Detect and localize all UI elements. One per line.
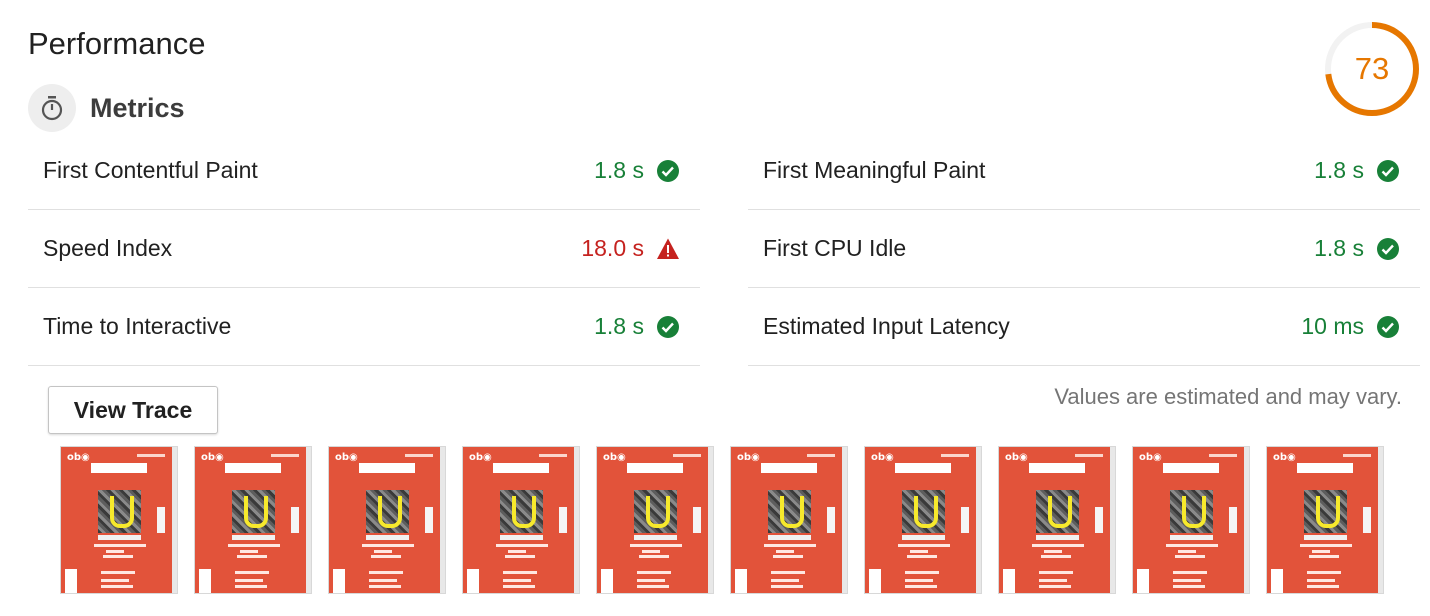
- site-logo-icon: ob◉: [737, 452, 760, 463]
- metric-label: First CPU Idle: [763, 235, 907, 261]
- site-logo-icon: ob◉: [603, 452, 626, 463]
- hero-image: [366, 490, 409, 533]
- filmstrip-frame: ob◉: [864, 446, 982, 594]
- check-circle-icon: [1377, 159, 1399, 182]
- metric-value: 1.8 s: [594, 157, 644, 183]
- metric-label: Time to Interactive: [43, 313, 232, 339]
- site-logo-icon: ob◉: [871, 452, 894, 463]
- hero-image: [500, 490, 543, 533]
- metric-value: 18.0 s: [581, 235, 644, 261]
- metric-value: 1.8 s: [594, 313, 644, 339]
- metrics-heading: Metrics: [90, 92, 185, 123]
- filmstrip-frame: ob◉: [730, 446, 848, 594]
- filmstrip: ob◉ ob◉ ob◉ ob◉ ob◉ ob◉ ob◉ ob◉ ob◉ ob◉: [60, 446, 1400, 594]
- check-circle-icon: [657, 315, 679, 338]
- site-logo-icon: ob◉: [67, 452, 90, 463]
- site-logo-icon: ob◉: [1273, 452, 1296, 463]
- hero-image: [98, 490, 141, 533]
- hero-image: [232, 490, 275, 533]
- metrics-column-right: First Meaningful Paint 1.8 s First CPU I…: [748, 132, 1420, 366]
- metric-value: 10 ms: [1301, 313, 1364, 339]
- check-circle-icon: [657, 159, 679, 182]
- hero-image: [1304, 490, 1347, 533]
- hero-image: [634, 490, 677, 533]
- metric-row-time-to-interactive: Time to Interactive 1.8 s: [28, 288, 700, 366]
- metrics-column-left: First Contentful Paint 1.8 s Speed Index…: [28, 132, 700, 366]
- hero-image: [902, 490, 945, 533]
- filmstrip-frame: ob◉: [596, 446, 714, 594]
- metric-label: Speed Index: [43, 235, 173, 261]
- score-gauge: 73: [1323, 20, 1421, 118]
- hero-image: [1170, 490, 1213, 533]
- hero-image: [1036, 490, 1079, 533]
- metric-row-first-meaningful-paint: First Meaningful Paint 1.8 s: [748, 132, 1420, 210]
- metric-label: First Meaningful Paint: [763, 157, 986, 183]
- view-trace-button[interactable]: View Trace: [48, 386, 218, 434]
- metric-label: First Contentful Paint: [43, 157, 258, 183]
- hero-image: [768, 490, 811, 533]
- site-logo-icon: ob◉: [1139, 452, 1162, 463]
- metric-value: 1.8 s: [1314, 235, 1364, 261]
- filmstrip-frame: ob◉: [194, 446, 312, 594]
- metric-row-first-cpu-idle: First CPU Idle 1.8 s: [748, 210, 1420, 288]
- filmstrip-frame: ob◉: [1266, 446, 1384, 594]
- section-title: Performance: [28, 26, 206, 61]
- filmstrip-frame: ob◉: [1132, 446, 1250, 594]
- metric-row-speed-index: Speed Index 18.0 s: [28, 210, 700, 288]
- metrics-header: Metrics: [28, 84, 185, 132]
- filmstrip-frame: ob◉: [998, 446, 1116, 594]
- site-logo-icon: ob◉: [201, 452, 224, 463]
- check-circle-icon: [1377, 315, 1399, 338]
- metric-label: Estimated Input Latency: [763, 313, 1010, 339]
- estimate-note: Values are estimated and may vary.: [1054, 384, 1402, 409]
- score-value: 73: [1354, 51, 1390, 86]
- filmstrip-frame: ob◉: [60, 446, 178, 594]
- site-logo-icon: ob◉: [335, 452, 358, 463]
- site-logo-icon: ob◉: [1005, 452, 1028, 463]
- warning-triangle-icon: [657, 238, 679, 259]
- metric-row-estimated-input-latency: Estimated Input Latency 10 ms: [748, 288, 1420, 366]
- check-circle-icon: [1377, 237, 1399, 260]
- stopwatch-icon: [28, 84, 76, 132]
- site-logo-icon: ob◉: [469, 452, 492, 463]
- metric-row-first-contentful-paint: First Contentful Paint 1.8 s: [28, 132, 700, 210]
- filmstrip-frame: ob◉: [328, 446, 446, 594]
- metric-value: 1.8 s: [1314, 157, 1364, 183]
- filmstrip-frame: ob◉: [462, 446, 580, 594]
